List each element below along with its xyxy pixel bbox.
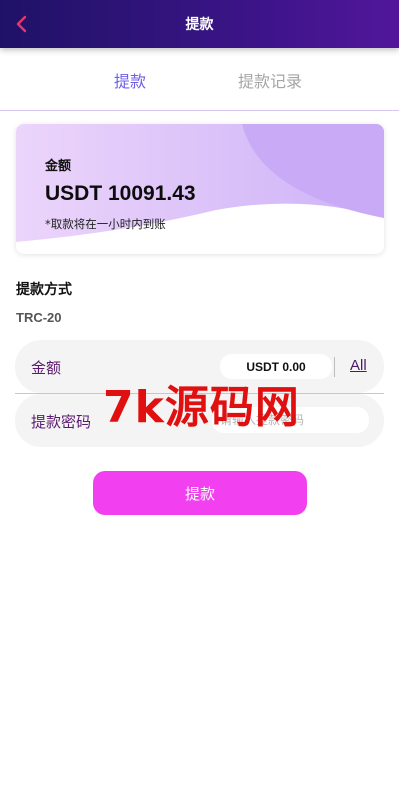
page-title: 提款 (185, 17, 214, 33)
all-link[interactable]: All (350, 357, 367, 374)
balance-note: *取款将在一小时内到账 (45, 217, 166, 231)
amount-row: 金额 All (15, 340, 384, 393)
top-bar: 提款 (0, 0, 399, 48)
amount-label: 金额 (31, 359, 62, 377)
password-input[interactable] (212, 407, 369, 433)
tab-withdraw[interactable]: 提款 (114, 68, 146, 92)
balance-card: 金额 USDT 10091.43 *取款将在一小时内到账 (16, 124, 384, 254)
tab-bar: 提款 提款记录 (0, 48, 399, 111)
password-label: 提款密码 (31, 413, 92, 431)
withdraw-submit-button[interactable]: 提款 (93, 471, 307, 515)
tab-withdraw-records[interactable]: 提款记录 (238, 68, 302, 92)
withdraw-method-title: 提款方式 (16, 282, 72, 298)
password-row: 提款密码 (15, 394, 384, 447)
amount-input[interactable] (220, 354, 332, 379)
balance-label: 金额 (45, 159, 72, 174)
amount-separator (334, 357, 335, 377)
withdraw-method-value: TRC-20 (16, 310, 62, 325)
balance-amount: USDT 10091.43 (45, 182, 196, 205)
